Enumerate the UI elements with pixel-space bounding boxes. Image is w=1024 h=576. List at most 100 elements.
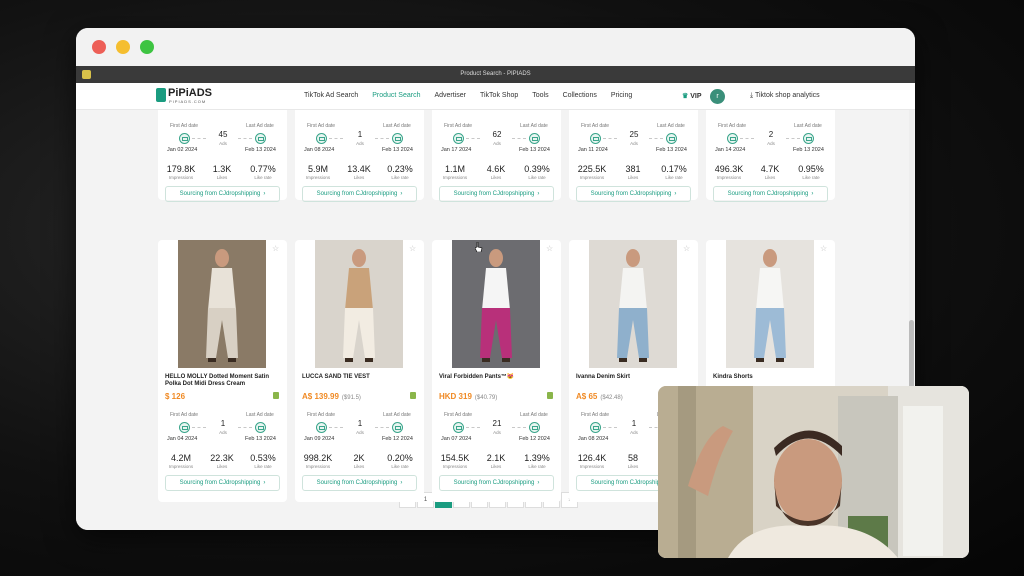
site-navbar: PiPiADS PIPIADS.COM TikTok Ad Search Prod…	[76, 83, 915, 110]
product-card[interactable]: ☆ HELLO MOLLY Dotted Moment Satin Polka D…	[158, 240, 287, 502]
calendar-icon	[316, 133, 327, 144]
product-card[interactable]: ☆ Viral Forbidden Pants™😻 HKD 319 ($40.79) F…	[432, 240, 561, 502]
product-image[interactable]	[452, 240, 540, 368]
like-rate-value: 0.77%	[250, 164, 276, 174]
timeline-divider	[786, 138, 800, 139]
star-icon[interactable]: ☆	[546, 244, 555, 253]
product-image[interactable]	[178, 240, 266, 368]
ads-label: Ads	[493, 141, 501, 146]
nav-link-pricing[interactable]: Pricing	[611, 92, 632, 99]
timeline-divider	[375, 138, 389, 139]
calendar-icon	[255, 422, 266, 433]
product-card[interactable]: First Ad date Last Ad date 2 Ads Jan 14 2024…	[706, 110, 835, 202]
product-card[interactable]: ☆ LUCCA SAND TIE VEST A$ 139.99 ($91.5) Firs…	[295, 240, 424, 502]
likes-value: 381	[625, 164, 641, 174]
chevron-right-icon: ›	[537, 480, 540, 486]
star-icon[interactable]: ☆	[820, 244, 829, 253]
like-rate-value: 0.53%	[250, 453, 276, 463]
last-ad-date-label: Last Ad date	[383, 412, 411, 418]
product-name[interactable]: Viral Forbidden Pants™😻	[439, 374, 554, 381]
browser-tab-title[interactable]: Product Search - PIPIADS	[76, 71, 915, 77]
first-ad-date: Jan 02 2024	[167, 147, 198, 153]
sourcing-cjdropshipping-button[interactable]: Sourcing from CJdropshipping›	[302, 475, 417, 491]
product-card[interactable]: First Ad date Last Ad date 62 Ads Jan 17 202…	[432, 110, 561, 202]
likes-value: 2.1K	[486, 453, 506, 463]
vip-badge[interactable]: ♛ VIP	[682, 92, 702, 100]
sourcing-cjdropshipping-button[interactable]: Sourcing from CJdropshipping›	[713, 186, 828, 202]
minimize-window-button[interactable]	[116, 40, 130, 54]
last-ad-date-label: Last Ad date	[657, 123, 685, 129]
timeline-divider	[740, 138, 754, 139]
timeline-divider	[512, 138, 526, 139]
calendar-icon	[590, 422, 601, 433]
avatar[interactable]: r	[710, 89, 725, 104]
first-ad-date: Jan 04 2024	[167, 436, 198, 442]
product-image[interactable]	[315, 240, 403, 368]
shopify-icon[interactable]	[547, 392, 553, 399]
nav-link-tiktok-ad-search[interactable]: TikTok Ad Search	[304, 92, 358, 99]
maximize-window-button[interactable]	[140, 40, 154, 54]
nav-link-product-search[interactable]: Product Search	[372, 92, 420, 99]
last-ad-date-label: Last Ad date	[246, 123, 274, 129]
last-ad-date: Feb 13 2024	[519, 147, 550, 153]
calendar-icon	[666, 133, 677, 144]
star-icon[interactable]: ☆	[409, 244, 418, 253]
ads-label: Ads	[219, 141, 227, 146]
close-window-button[interactable]	[92, 40, 106, 54]
likes-label: Likes	[490, 464, 502, 469]
product-card[interactable]: First Ad date Last Ad date 45 Ads Jan 02 202…	[158, 110, 287, 202]
like-rate-label: Like rate	[802, 175, 820, 180]
pipiads-logo[interactable]: PiPiADS PIPIADS.COM	[156, 88, 212, 104]
first-ad-date-label: First Ad date	[581, 123, 610, 129]
webcam-person-image	[658, 386, 969, 558]
sourcing-cjdropshipping-button[interactable]: Sourcing from CJdropshipping›	[302, 186, 417, 202]
first-ad-date-label: First Ad date	[307, 123, 336, 129]
sourcing-label: Sourcing from CJdropshipping	[727, 191, 809, 197]
sourcing-cjdropshipping-button[interactable]: Sourcing from CJdropshipping›	[439, 475, 554, 491]
product-name[interactable]: Kindra Shorts	[713, 374, 828, 381]
calendar-icon	[179, 133, 190, 144]
product-image[interactable]	[726, 240, 814, 368]
shopify-icon[interactable]	[410, 392, 416, 399]
product-card[interactable]: First Ad date Last Ad date 1 Ads Jan 08 2024…	[295, 110, 424, 202]
sourcing-cjdropshipping-button[interactable]: Sourcing from CJdropshipping›	[165, 475, 280, 491]
ads-count: 45	[218, 130, 228, 139]
timeline-divider	[192, 138, 206, 139]
product-image[interactable]	[589, 240, 677, 368]
sourcing-cjdropshipping-button[interactable]: Sourcing from CJdropshipping›	[439, 186, 554, 202]
last-ad-date-label: Last Ad date	[520, 123, 548, 129]
price-original: ($42.48)	[600, 395, 623, 401]
last-ad-date: Feb 13 2024	[382, 147, 413, 153]
impressions-label: Impressions	[168, 464, 194, 469]
tiktok-shop-analytics-link[interactable]: ⤓ Tiktok shop analytics	[750, 92, 820, 100]
likes-value: 1.3K	[212, 164, 232, 174]
product-name[interactable]: HELLO MOLLY Dotted Moment Satin Polka Do…	[165, 374, 280, 388]
crown-icon: ♛	[682, 93, 689, 100]
ads-count: 2	[768, 130, 774, 139]
sourcing-cjdropshipping-button[interactable]: Sourcing from CJdropshipping›	[165, 186, 280, 202]
nav-link-collections[interactable]: Collections	[563, 92, 597, 99]
like-rate-label: Like rate	[528, 175, 546, 180]
product-name[interactable]: LUCCA SAND TIE VEST	[302, 374, 417, 381]
calendar-icon	[727, 133, 738, 144]
price-original: ($40.79)	[474, 395, 498, 401]
star-icon[interactable]: ☆	[272, 244, 281, 253]
nav-link-tools[interactable]: Tools	[532, 92, 548, 99]
star-icon[interactable]: ☆	[683, 244, 692, 253]
sourcing-cjdropshipping-button[interactable]: Sourcing from CJdropshipping›	[576, 186, 691, 202]
first-ad-date-label: First Ad date	[170, 412, 199, 418]
nav-link-advertiser[interactable]: Advertiser	[434, 92, 466, 99]
shopify-icon[interactable]	[273, 392, 279, 399]
ads-count: 1	[357, 130, 363, 139]
product-card[interactable]: First Ad date Last Ad date 25 Ads Jan 11 202…	[569, 110, 698, 202]
nav-link-tiktok-shop[interactable]: TikTok Shop	[480, 92, 518, 99]
product-name[interactable]: Ivanna Denim Skirt	[576, 374, 691, 381]
first-ad-date: Jan 07 2024	[441, 436, 472, 442]
ads-label: Ads	[356, 430, 364, 435]
timeline-divider	[466, 138, 480, 139]
timeline-divider	[512, 427, 526, 428]
chevron-right-icon: ›	[400, 191, 403, 197]
timeline-divider	[192, 427, 206, 428]
chevron-right-icon: ›	[400, 480, 403, 486]
timeline-divider	[466, 427, 480, 428]
